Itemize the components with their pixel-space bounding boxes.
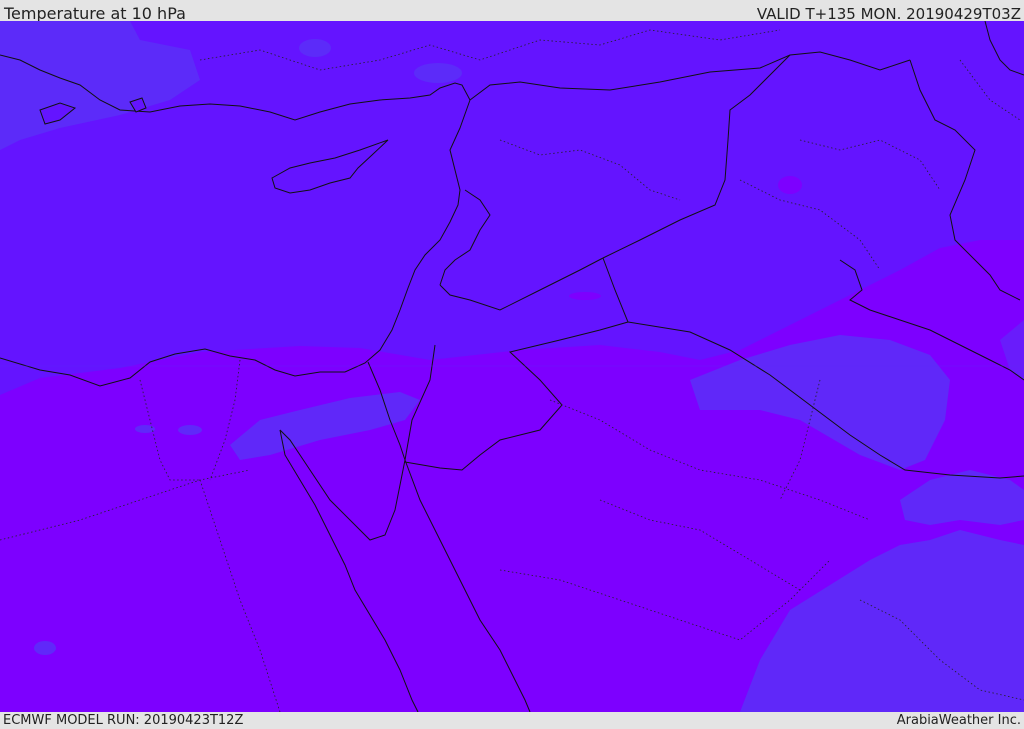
header-bar: Temperature at 10 hPa VALID T+135 MON. 2… (0, 0, 1024, 23)
field-cool-spot-1 (299, 39, 331, 57)
model-run: ECMWF MODEL RUN: 20190423T12Z (3, 713, 244, 728)
field-cool-spot-2 (414, 63, 462, 83)
field-cool-spot-5 (135, 425, 155, 433)
footer-bar: ECMWF MODEL RUN: 20190423T12Z ArabiaWeat… (0, 712, 1024, 729)
field-cool-spot-3 (34, 641, 56, 655)
field-warm-spot-2 (569, 292, 601, 300)
field-cool-spot-4 (178, 425, 202, 435)
map-panel[interactable] (0, 21, 1024, 712)
field-warm-spot-1 (778, 176, 802, 194)
credit: ArabiaWeather Inc. (896, 713, 1021, 728)
